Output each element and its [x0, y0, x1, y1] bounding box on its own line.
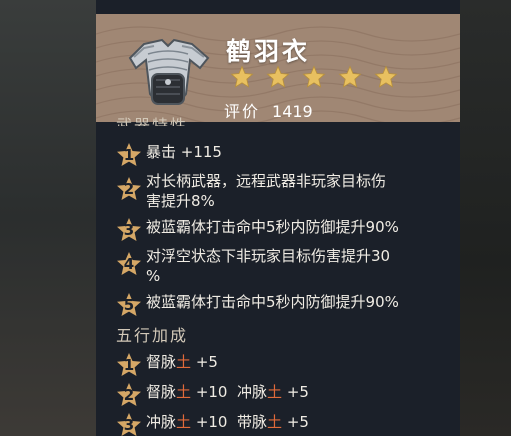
- rating: 评价 1419: [224, 98, 313, 122]
- rating-label: 评价: [224, 102, 261, 121]
- element-text: 督脉土 +5: [146, 353, 218, 371]
- rating-value: 1419: [272, 102, 313, 121]
- rank-5-badge: 5: [116, 292, 142, 318]
- background-left: [0, 0, 96, 436]
- star-icon: [338, 65, 362, 88]
- star-icon: [230, 65, 254, 88]
- item-header: 鹤羽衣 评价 1419: [96, 14, 460, 122]
- trait-text-line1: 对长柄武器，远程武器非玩家目标伤: [146, 172, 387, 190]
- element-text: 冲脉土 +10 带脉土 +5: [146, 413, 309, 431]
- trait-text-line2: %: [146, 267, 161, 285]
- rank-3-badge: 3: [116, 217, 142, 243]
- star-icon: [374, 65, 398, 88]
- star-icon: [302, 65, 326, 88]
- rank-4-badge: 4: [116, 251, 142, 277]
- trait-text-line2: 害提升8%: [146, 192, 215, 210]
- weapon-traits-title: 武器特性: [116, 116, 189, 126]
- trait-text-line1: 对浮空状态下非玩家目标伤害提升30: [146, 247, 391, 265]
- element-text: 督脉土 +10 冲脉土 +5: [146, 383, 309, 401]
- rank-1-badge: 1: [116, 142, 142, 168]
- trait-text: 暴击 +115: [146, 143, 222, 161]
- background-right: [460, 0, 511, 436]
- star-icon: [266, 65, 290, 88]
- five-elements-title: 五行加成: [116, 326, 189, 345]
- item-name: 鹤羽衣: [226, 37, 311, 66]
- armor-icon[interactable]: [122, 24, 214, 116]
- rank-1-badge: 1: [116, 352, 142, 378]
- trait-text: 被蓝霸体打击命中5秒内防御提升90%: [146, 218, 399, 236]
- star-rating: [230, 65, 398, 89]
- item-tooltip-panel: 鹤羽衣 评价 1419 武器特性 1 暴击 +115 2 对长柄武器，远程武器非玩…: [96, 0, 460, 436]
- rank-2-badge: 2: [116, 176, 142, 202]
- trait-text: 被蓝霸体打击命中5秒内防御提升90%: [146, 293, 399, 311]
- rank-3-badge: 3: [116, 412, 142, 436]
- rank-2-badge: 2: [116, 382, 142, 408]
